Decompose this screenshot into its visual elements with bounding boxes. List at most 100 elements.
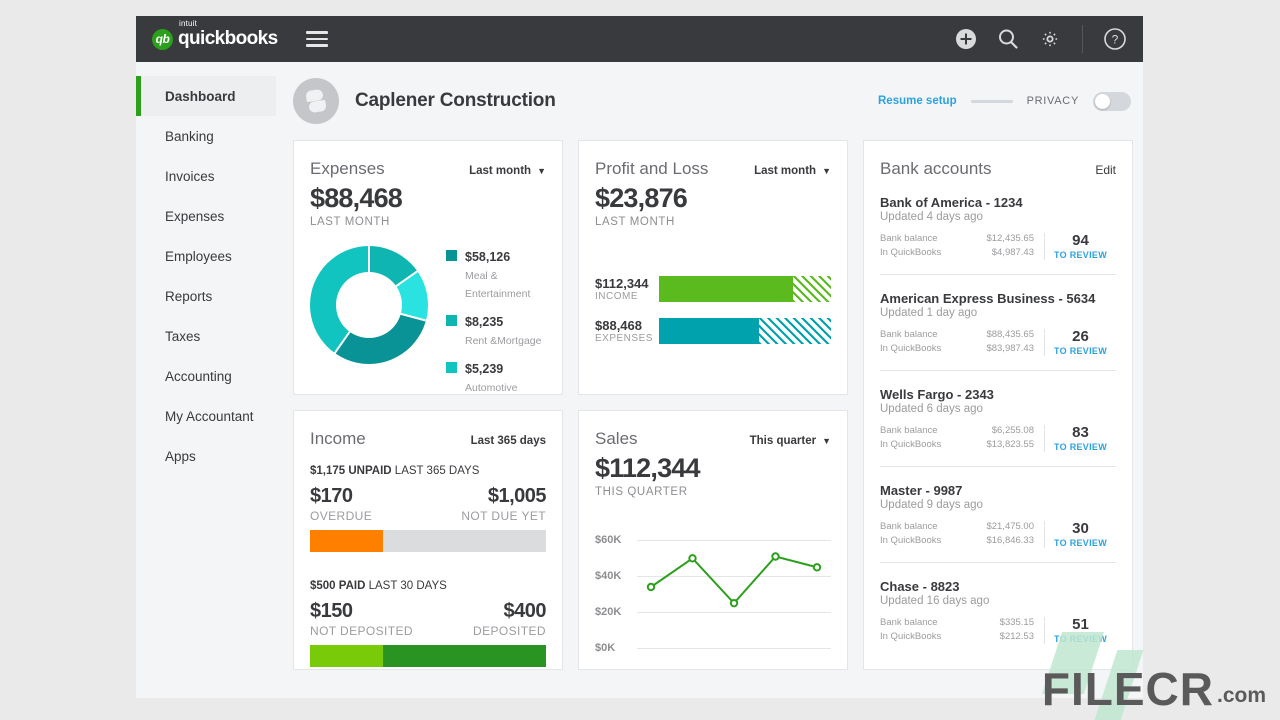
bank-accounts-card: Bank accounts Edit Bank of America - 123… [863, 140, 1133, 670]
quickbooks-logo[interactable]: qb intuit quickbooks [152, 28, 278, 50]
hamburger-menu-icon[interactable] [306, 31, 328, 47]
in-quickbooks-label: In QuickBooks [880, 438, 941, 452]
expenses-amount: $88,468 [310, 183, 546, 214]
main-content: Caplener Construction Resume setup PRIVA… [276, 62, 1143, 698]
profit-loss-bar-track [659, 318, 831, 344]
bank-to-review[interactable]: 94 TO REVIEW [1044, 233, 1116, 260]
sidebar-item-invoices[interactable]: Invoices [136, 156, 276, 196]
bank-accounts-title: Bank accounts [880, 159, 992, 179]
bank-account-item[interactable]: Master - 9987 Updated 9 days ago Bank ba… [880, 466, 1116, 548]
bank-account-item[interactable]: Wells Fargo - 2343 Updated 6 days ago Ba… [880, 370, 1116, 452]
profit-loss-card: Profit and Loss Last month ▼ $23,876 LAS… [578, 140, 848, 395]
sales-range-dropdown[interactable]: This quarter ▼ [750, 435, 831, 447]
income-title: Income [310, 429, 366, 449]
gear-icon[interactable] [1038, 27, 1062, 51]
in-quickbooks-value: $4,987.43 [992, 246, 1034, 260]
bank-account-name: Bank of America - 1234 [880, 195, 1116, 210]
bank-edit-link[interactable]: Edit [1095, 163, 1116, 177]
sidebar-item-employees[interactable]: Employees [136, 236, 276, 276]
profit-loss-bar-caption: EXPENSES [595, 333, 659, 344]
expenses-range-label: Last month [469, 165, 531, 177]
income-unpaid-bar[interactable] [310, 530, 546, 552]
income-notdeposited-caption: NOT DEPOSITED [310, 624, 413, 638]
quickbooks-app-window: qb intuit quickbooks ? DashboardBa [136, 16, 1143, 698]
sales-data-point[interactable] [772, 553, 778, 559]
income-paid-bar[interactable] [310, 645, 546, 667]
add-icon[interactable] [954, 27, 978, 51]
income-overdue-amount: $170 [310, 485, 353, 508]
in-quickbooks-value: $83,987.43 [986, 342, 1034, 356]
profit-loss-bar-hatched [793, 276, 831, 302]
sidebar-item-reports[interactable]: Reports [136, 276, 276, 316]
income-card: Income Last 365 days $1,175 UNPAID LAST … [293, 410, 563, 670]
bank-review-label: TO REVIEW [1045, 442, 1116, 452]
privacy-toggle[interactable] [1093, 92, 1131, 111]
sales-chart-svg [595, 512, 833, 664]
search-icon[interactable] [996, 27, 1020, 51]
sales-data-point[interactable] [814, 564, 820, 570]
sidebar-item-dashboard[interactable]: Dashboard [136, 76, 276, 116]
bank-accounts-list: Bank of America - 1234 Updated 4 days ag… [880, 179, 1116, 644]
in-quickbooks-label: In QuickBooks [880, 342, 941, 356]
bank-account-name: American Express Business - 5634 [880, 291, 1116, 306]
bank-account-updated: Updated 4 days ago [880, 211, 1116, 223]
bank-account-balances: Bank balance$88,435.65 In QuickBooks$83,… [880, 328, 1034, 356]
sidebar-item-my-accountant[interactable]: My Accountant [136, 396, 276, 436]
sales-data-point[interactable] [648, 584, 654, 590]
company-header: Caplener Construction Resume setup PRIVA… [288, 62, 1133, 140]
income-paid-amount: $500 PAID [310, 580, 365, 592]
chevron-down-icon: ▼ [822, 436, 831, 446]
svg-text:?: ? [1112, 33, 1119, 47]
resume-setup-link[interactable]: Resume setup [878, 95, 957, 107]
setup-area: Resume setup PRIVACY [878, 92, 1133, 111]
watermark-suffix: .com [1217, 684, 1266, 708]
in-quickbooks-value: $212.53 [1000, 630, 1034, 644]
sidebar-item-label: Invoices [165, 169, 215, 184]
help-icon[interactable]: ? [1103, 27, 1127, 51]
bank-balance-value: $6,255.08 [992, 424, 1034, 438]
sidebar-item-label: My Accountant [165, 409, 254, 424]
top-bar-divider [1082, 25, 1083, 53]
sidebar-item-accounting[interactable]: Accounting [136, 356, 276, 396]
income-paid-period: LAST 30 DAYS [365, 580, 446, 592]
legend-label: Rent &Mortgage [465, 335, 541, 347]
in-quickbooks-value: $16,846.33 [986, 534, 1034, 548]
income-range-label-wrap[interactable]: Last 365 days [471, 435, 546, 447]
sidebar-item-taxes[interactable]: Taxes [136, 316, 276, 356]
income-deposited-segment [383, 645, 546, 667]
profit-loss-range-label: Last month [754, 165, 816, 177]
income-deposited-caption: DEPOSITED [473, 624, 546, 638]
in-quickbooks-value: $13,823.55 [986, 438, 1034, 452]
bank-balance-value: $335.15 [1000, 616, 1034, 630]
setup-progress-bar [971, 100, 1013, 103]
sales-data-point[interactable] [689, 555, 695, 561]
sidebar-item-label: Taxes [165, 329, 200, 344]
income-notdeposited-amount: $150 [310, 600, 353, 623]
bank-account-balances: Bank balance$12,435.65 In QuickBooks$4,9… [880, 232, 1034, 260]
bank-balance-value: $21,475.00 [986, 520, 1034, 534]
expenses-legend-item: $5,239 Automotive [446, 360, 546, 395]
sales-line-path [651, 557, 817, 604]
sales-title: Sales [595, 429, 638, 449]
legend-label: Automotive [465, 382, 518, 394]
sales-line-chart: $60K$40K$20K$0K [595, 512, 831, 664]
sidebar-item-label: Reports [165, 289, 212, 304]
sales-data-point[interactable] [731, 600, 737, 606]
profit-loss-range-dropdown[interactable]: Last month ▼ [754, 165, 831, 177]
expenses-range-dropdown[interactable]: Last month ▼ [469, 165, 546, 177]
bank-account-item[interactable]: American Express Business - 5634 Updated… [880, 274, 1116, 356]
legend-label: Meal & Entertainment [465, 270, 530, 300]
income-notdue-amount: $1,005 [488, 485, 546, 508]
dashboard-card-grid: Expenses Last month ▼ $88,468 LAST MONTH… [288, 140, 1133, 670]
bank-account-updated: Updated 1 day ago [880, 307, 1116, 319]
bank-to-review[interactable]: 26 TO REVIEW [1044, 329, 1116, 356]
sidebar-item-apps[interactable]: Apps [136, 436, 276, 476]
bank-to-review[interactable]: 30 TO REVIEW [1044, 521, 1116, 548]
bank-to-review[interactable]: 83 TO REVIEW [1044, 425, 1116, 452]
sidebar-item-label: Accounting [165, 369, 232, 384]
sidebar-item-expenses[interactable]: Expenses [136, 196, 276, 236]
sidebar-item-label: Banking [165, 129, 214, 144]
legend-swatch-icon [446, 250, 457, 261]
bank-account-item[interactable]: Bank of America - 1234 Updated 4 days ag… [880, 179, 1116, 260]
sidebar-item-banking[interactable]: Banking [136, 116, 276, 156]
